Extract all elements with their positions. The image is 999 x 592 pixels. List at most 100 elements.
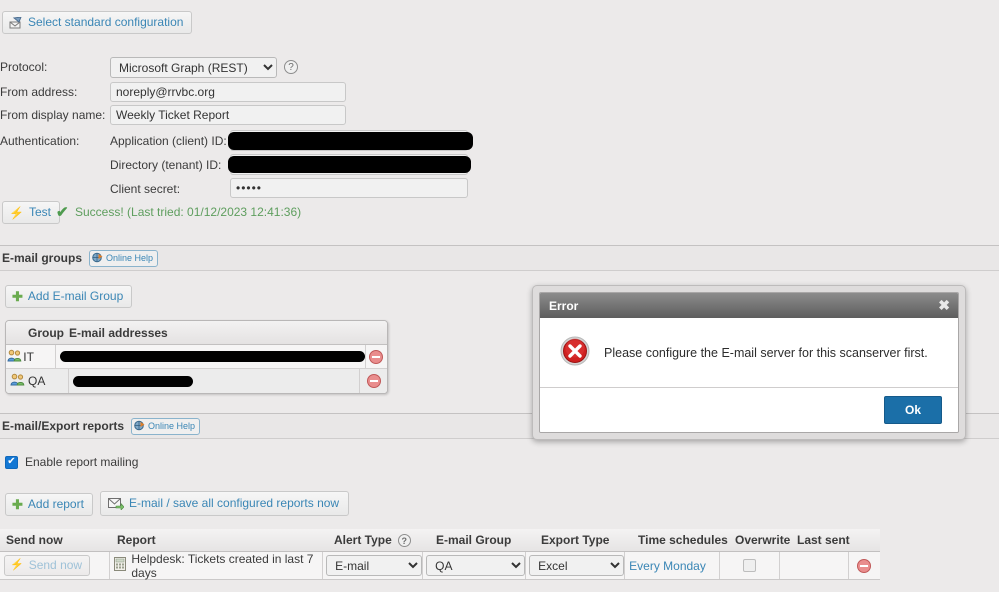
error-circle-x-icon — [560, 336, 590, 369]
reports-table-header: Send now Report Alert Type ? E-mail Grou… — [0, 529, 880, 552]
report-name: Helpdesk: Tickets created in last 7 days — [131, 552, 322, 580]
add-email-group-button[interactable]: ✚ Add E-mail Group — [5, 285, 132, 308]
email-groups-table: Group E-mail addresses IT — [5, 320, 388, 394]
email-groups-online-help-label: Online Help — [106, 253, 153, 263]
reports-online-help-link[interactable]: Online Help — [131, 418, 200, 435]
export-type-select[interactable]: ExcelPDFCSV — [529, 555, 624, 576]
from-address-input[interactable] — [110, 82, 346, 102]
protocol-select[interactable]: Microsoft Graph (REST)SMTP — [110, 57, 277, 78]
overwrite-cell — [719, 552, 780, 579]
send-now-label: Send now — [29, 558, 82, 573]
globe-arrow-icon — [134, 420, 145, 433]
email-groups-title: E-mail groups — [2, 251, 82, 265]
email-save-all-reports-label: E-mail / save all configured reports now — [129, 496, 339, 511]
error-dialog-footer: Ok — [540, 387, 958, 432]
column-group: Group — [6, 326, 64, 340]
close-icon[interactable]: ✖ — [938, 297, 950, 314]
email-group-cell: QAIT — [422, 552, 525, 579]
time-schedules-cell: Every Monday — [624, 552, 719, 579]
column-email-addresses: E-mail addresses — [64, 326, 168, 340]
email-groups-online-help-link[interactable]: Online Help — [89, 250, 158, 267]
question-mark-icon[interactable]: ? — [398, 534, 411, 547]
globe-arrow-icon — [92, 252, 103, 265]
mail-config-icon — [9, 17, 23, 29]
column-send-now: Send now — [0, 529, 112, 551]
column-alert-type: Alert Type ? — [330, 529, 432, 551]
add-report-button[interactable]: ✚ Add report — [5, 493, 93, 516]
send-now-button[interactable]: ⚡ Send now — [4, 555, 90, 576]
error-dialog-body: Please configure the E-mail server for t… — [540, 318, 958, 387]
lightning-bolt-icon: ⚡ — [10, 560, 24, 571]
test-button[interactable]: ⚡ Test — [2, 201, 60, 224]
test-result-text: Success! (Last tried: 01/12/2023 12:41:3… — [75, 205, 301, 219]
email-save-all-reports-button[interactable]: E-mail / save all configured reports now — [100, 491, 349, 516]
remove-group-cell — [359, 369, 387, 393]
email-groups-section-header: E-mail groups Online Help — [0, 245, 999, 271]
column-report: Report — [112, 529, 330, 551]
application-client-id-label: Application (client) ID: — [110, 134, 227, 148]
from-address-label: From address: — [0, 85, 108, 99]
select-standard-configuration-button[interactable]: Select standard configuration — [2, 11, 192, 34]
export-type-cell: ExcelPDFCSV — [525, 552, 624, 579]
column-last-sent: Last sent — [797, 529, 867, 551]
table-row[interactable]: IT — [6, 345, 387, 369]
test-button-label: Test — [29, 205, 51, 220]
directory-tenant-id-redaction — [228, 156, 471, 173]
enable-report-mailing-checkbox[interactable]: ✔ — [5, 456, 18, 469]
report-document-icon — [114, 557, 126, 574]
table-row[interactable]: QA — [6, 369, 387, 393]
ok-button[interactable]: Ok — [884, 396, 942, 424]
column-email-group: E-mail Group — [432, 529, 537, 551]
alert-type-cell: E-mailNone — [322, 552, 422, 579]
add-email-group-label: Add E-mail Group — [28, 289, 123, 304]
green-plus-icon: ✚ — [12, 499, 23, 511]
time-schedule-link[interactable]: Every Monday — [629, 559, 706, 573]
lightning-bolt-icon: ⚡ — [9, 207, 24, 219]
group-name: QA — [28, 374, 68, 388]
enable-report-mailing-row[interactable]: ✔ Enable report mailing — [5, 455, 138, 469]
column-alert-type-label: Alert Type — [334, 533, 392, 547]
email-addresses-redaction — [73, 376, 193, 387]
remove-circle-icon[interactable] — [369, 350, 383, 364]
email-addresses-redaction — [60, 351, 365, 362]
report-cell: Helpdesk: Tickets created in last 7 days — [109, 552, 322, 579]
remove-circle-icon[interactable] — [857, 559, 871, 573]
enable-report-mailing-label: Enable report mailing — [25, 455, 138, 469]
error-dialog-frame: Error ✖ Please configure the E-mail serv… — [532, 285, 966, 440]
column-overwrite: Overwrite — [735, 529, 797, 551]
protocol-label: Protocol: — [0, 60, 108, 74]
page-root: Select standard configuration Protocol: … — [0, 0, 999, 592]
email-addresses-cell — [68, 369, 359, 393]
group-name: IT — [23, 350, 54, 364]
error-dialog-titlebar: Error ✖ — [540, 293, 958, 318]
reports-table: Send now Report Alert Type ? E-mail Grou… — [0, 529, 880, 580]
overwrite-checkbox[interactable] — [743, 559, 756, 572]
column-time-schedules: Time schedules — [638, 529, 735, 551]
column-export-type: Export Type — [537, 529, 638, 551]
question-mark-icon[interactable]: ? — [284, 60, 298, 74]
email-addresses-cell — [55, 345, 365, 368]
alert-type-select[interactable]: E-mailNone — [326, 555, 422, 576]
reports-online-help-label: Online Help — [148, 421, 195, 431]
client-secret-label: Client secret: — [110, 182, 180, 196]
error-dialog: Error ✖ Please configure the E-mail serv… — [539, 292, 959, 433]
users-group-icon — [6, 349, 23, 365]
email-group-select[interactable]: QAIT — [426, 555, 525, 576]
add-report-label: Add report — [28, 497, 84, 512]
directory-tenant-id-label: Directory (tenant) ID: — [110, 158, 221, 172]
table-row[interactable]: ⚡ Send now Help — [0, 552, 880, 580]
remove-circle-icon[interactable] — [367, 374, 381, 388]
select-standard-configuration-label: Select standard configuration — [28, 15, 183, 30]
error-dialog-message: Please configure the E-mail server for t… — [604, 346, 928, 360]
authentication-label: Authentication: — [0, 134, 108, 148]
reports-title: E-mail/Export reports — [2, 419, 124, 433]
client-secret-input[interactable] — [230, 178, 468, 198]
users-group-icon — [6, 373, 28, 389]
mail-export-icon — [108, 497, 124, 510]
from-display-name-input[interactable] — [110, 105, 346, 125]
from-address-row: From address: — [0, 82, 999, 103]
error-dialog-title: Error — [549, 299, 578, 313]
green-check-icon: ✔ — [56, 203, 69, 221]
green-plus-icon: ✚ — [12, 291, 23, 303]
from-display-name-row: From display name: — [0, 105, 999, 126]
